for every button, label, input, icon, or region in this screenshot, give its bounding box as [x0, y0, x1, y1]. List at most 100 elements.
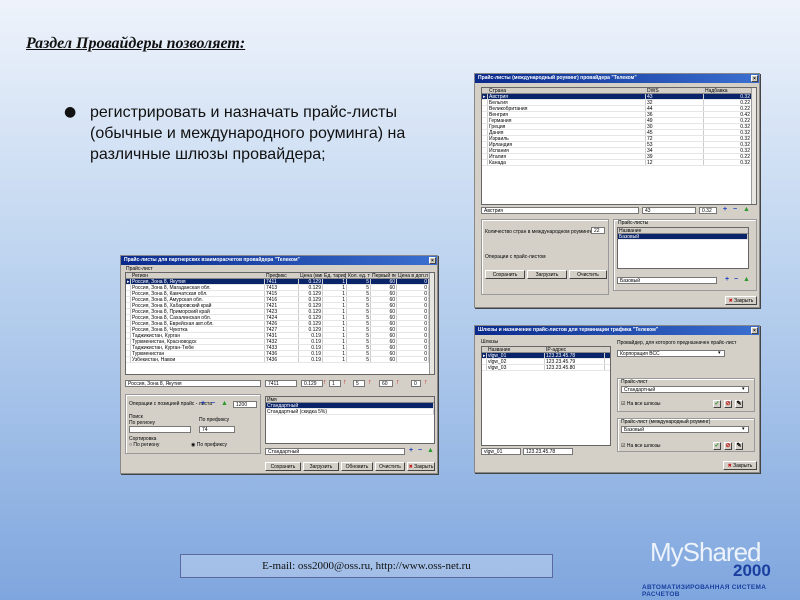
- column-header[interactable]: Регион: [131, 273, 265, 278]
- up-arrow-icon[interactable]: ↑: [343, 379, 347, 386]
- country-input[interactable]: Австрия: [481, 207, 639, 214]
- column-header[interactable]: Первый период: [371, 273, 397, 278]
- close-icon[interactable]: ×: [751, 327, 758, 334]
- add-icon[interactable]: +: [201, 400, 205, 407]
- sort-region-radio[interactable]: ○ По региону: [129, 442, 159, 448]
- pricelist-name-input[interactable]: Стандартный: [265, 448, 405, 455]
- save-icon[interactable]: ▲: [743, 206, 750, 213]
- cancel-icon[interactable]: ⊘: [724, 400, 732, 408]
- save-icon[interactable]: ▲: [221, 400, 228, 407]
- region-input[interactable]: Россия, Зона 8, Якутия: [125, 380, 261, 387]
- save-icon[interactable]: ▲: [743, 276, 750, 283]
- gateways-label: Шлюзы: [481, 339, 499, 345]
- chevron-down-icon[interactable]: ▾: [742, 386, 745, 392]
- search-prefix-input[interactable]: 74: [199, 426, 235, 433]
- gateways-window-titlebar[interactable]: Шлюзы и назначение прайс-листов для терм…: [475, 326, 759, 335]
- roaming-select[interactable]: Базовый: [621, 426, 749, 433]
- all-gateways-checkbox[interactable]: ☑ На все шлюзы: [621, 401, 661, 407]
- table-scrollbar[interactable]: [429, 273, 434, 374]
- load-button[interactable]: Загрузить: [303, 462, 339, 471]
- list-item[interactable]: Стандартный (скидка 5%): [266, 409, 434, 415]
- add-icon[interactable]: +: [409, 447, 413, 454]
- sort-prefix-radio[interactable]: ◉ По префиксу: [191, 442, 227, 448]
- clear-button[interactable]: Очистить: [569, 270, 607, 279]
- cell: Узбекистан, Навои: [131, 357, 265, 362]
- column-header[interactable]: IP-адрес: [545, 347, 605, 352]
- remove-icon[interactable]: −: [211, 400, 215, 407]
- ok-icon[interactable]: ✓: [713, 442, 721, 450]
- dws-input[interactable]: 43: [642, 207, 696, 214]
- update-button[interactable]: Обновить: [341, 462, 373, 471]
- close-button[interactable]: ✖ Закрыть: [725, 296, 757, 305]
- gateways-table: Название IP-адрес ▸ vlgw_01 123.23.45.78 v…: [481, 346, 611, 446]
- table-row[interactable]: Канада 12 0.32: [482, 160, 756, 166]
- save-button[interactable]: Сохранить: [265, 462, 301, 471]
- close-button[interactable]: ✖ Закрыть: [407, 462, 435, 471]
- all-gateways-checkbox[interactable]: ☑ На все шлюзы: [621, 443, 661, 449]
- count-input[interactable]: 22: [591, 227, 605, 234]
- column-header[interactable]: Цена (мин): [299, 273, 323, 278]
- first-period-input[interactable]: 60: [379, 380, 393, 387]
- close-icon[interactable]: ×: [751, 75, 758, 82]
- chevron-down-icon[interactable]: ▾: [742, 426, 745, 432]
- column-header[interactable]: Имя: [266, 397, 434, 402]
- chevron-down-icon[interactable]: ▾: [718, 350, 721, 356]
- add-icon[interactable]: +: [725, 276, 729, 283]
- table-row[interactable]: vlgw_03 123.23.45.80: [482, 365, 610, 371]
- edit-icon[interactable]: ✎: [735, 400, 743, 408]
- up-arrow-icon[interactable]: ↑: [323, 379, 327, 386]
- cell: 1: [323, 285, 347, 290]
- column-header[interactable]: Название: [487, 347, 545, 352]
- column-header[interactable]: Название: [618, 228, 748, 233]
- table-row[interactable]: Узбекистан, Навои 7436 0.19 1 5 60 0: [126, 357, 434, 363]
- cell: 5: [347, 321, 371, 326]
- roaming-window-titlebar[interactable]: Прайс-листы (международный роуминг) пров…: [475, 74, 759, 83]
- cell: 1: [323, 315, 347, 320]
- column-header[interactable]: Цена в доп.период: [397, 273, 429, 278]
- up-arrow-icon[interactable]: ↑: [424, 379, 428, 386]
- clear-button[interactable]: Очистить: [375, 462, 405, 471]
- count-input[interactable]: 5: [353, 380, 365, 387]
- list-item[interactable]: Базовый: [618, 234, 748, 240]
- edit-icon[interactable]: ✎: [735, 442, 743, 450]
- gateway-ip-input[interactable]: 123.23.45.78: [523, 448, 573, 455]
- remove-icon[interactable]: −: [733, 206, 737, 213]
- column-header[interactable]: Ед. тарифа: [323, 273, 347, 278]
- cell: Греция: [488, 124, 646, 129]
- pricelist-select[interactable]: Стандартный: [621, 386, 749, 393]
- column-header[interactable]: Кол. ед. тарифа: [347, 273, 371, 278]
- load-button[interactable]: Загрузить: [527, 270, 567, 279]
- price-input[interactable]: 0.129: [301, 380, 323, 387]
- remove-icon[interactable]: −: [418, 447, 422, 454]
- close-icon[interactable]: ×: [429, 257, 436, 264]
- table-scrollbar[interactable]: [751, 88, 756, 204]
- up-arrow-icon[interactable]: ↑: [368, 379, 372, 386]
- cell: 60: [371, 279, 397, 284]
- column-header[interactable]: Страна: [488, 88, 646, 93]
- cell: Стандартный (скидка 5%): [266, 409, 434, 414]
- save-icon[interactable]: ▲: [427, 447, 434, 454]
- cell: 0: [397, 345, 429, 350]
- gateway-name-input[interactable]: vlgw_01: [481, 448, 521, 455]
- cancel-icon[interactable]: ⊘: [724, 442, 732, 450]
- pricelist-name-input[interactable]: Базовый: [617, 277, 717, 284]
- column-header[interactable]: Надбавка: [704, 88, 752, 93]
- search-region-input[interactable]: [129, 426, 191, 433]
- unit-input[interactable]: 1: [329, 380, 341, 387]
- partner-window-titlebar[interactable]: Прайс-листы для партнерских взаиморасчет…: [121, 256, 437, 265]
- save-button[interactable]: Сохранить: [485, 270, 525, 279]
- remove-icon[interactable]: −: [734, 276, 738, 283]
- close-button[interactable]: ✖ Закрыть: [723, 461, 757, 470]
- prefix-input[interactable]: 7411: [265, 380, 297, 387]
- up-arrow-icon[interactable]: ↑: [396, 379, 400, 386]
- column-header[interactable]: Префикс: [265, 273, 299, 278]
- markup-input[interactable]: 0.32: [699, 207, 717, 214]
- ops-value-input[interactable]: 1200: [233, 401, 257, 408]
- column-header[interactable]: DWS: [646, 88, 704, 93]
- provider-select[interactable]: Корпорация ВСС: [617, 350, 725, 357]
- add-icon[interactable]: +: [723, 206, 727, 213]
- ok-icon[interactable]: ✓: [713, 400, 721, 408]
- cell: 1: [323, 297, 347, 302]
- extra-price-input[interactable]: 0: [411, 380, 421, 387]
- cell: 0.19: [299, 333, 323, 338]
